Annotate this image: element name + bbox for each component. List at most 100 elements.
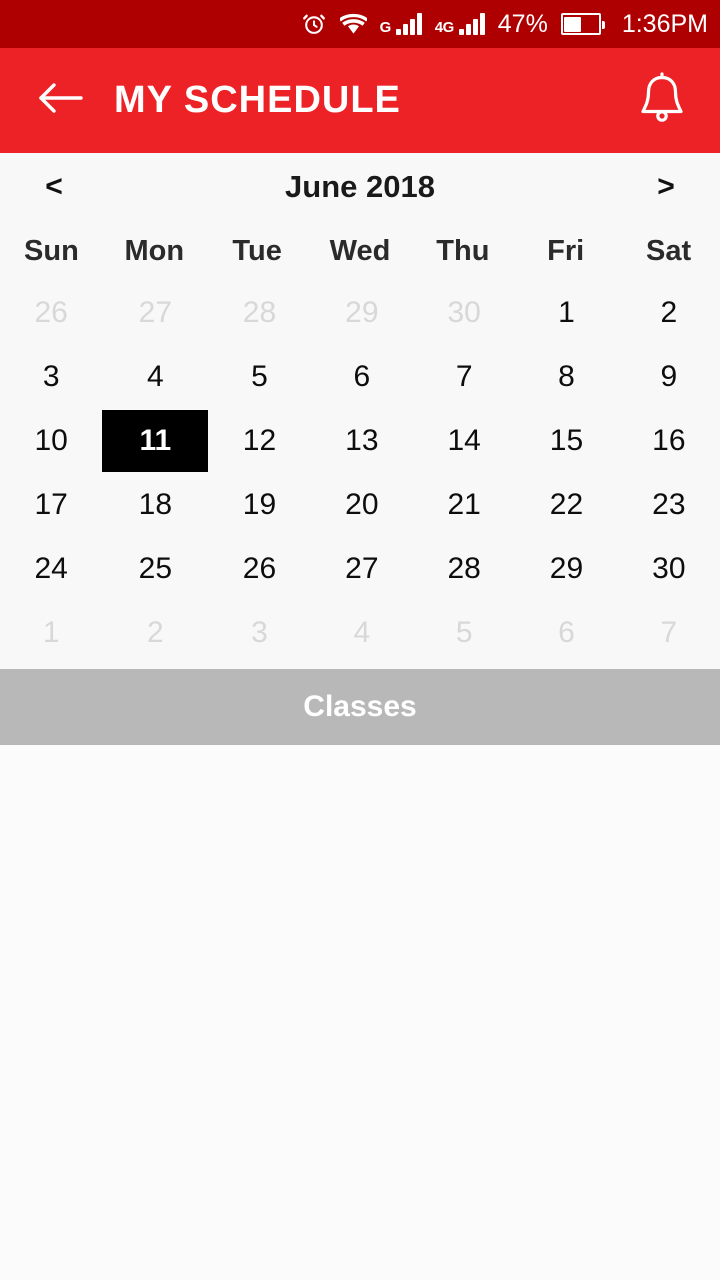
calendar-day[interactable]: 3 <box>0 345 102 409</box>
calendar-day-highlight: 8 <box>558 362 575 392</box>
app-bar: MY SCHEDULE <box>0 48 720 153</box>
calendar-day[interactable]: 6 <box>515 601 617 665</box>
calendar-day-highlight: 10 <box>34 426 67 456</box>
prev-month-button[interactable]: < <box>34 172 74 202</box>
calendar-day[interactable]: 30 <box>413 281 515 345</box>
calendar-day[interactable]: 1 <box>0 601 102 665</box>
calendar-day[interactable]: 27 <box>102 281 208 345</box>
calendar-day[interactable]: 27 <box>311 537 413 601</box>
calendar-day-number: 28 <box>447 552 481 585</box>
calendar-day[interactable]: 22 <box>515 473 617 537</box>
calendar-day[interactable]: 16 <box>618 409 720 473</box>
calendar-day-highlight: 16 <box>652 426 685 456</box>
calendar-day[interactable]: 19 <box>208 473 310 537</box>
calendar-day-number: 25 <box>138 552 173 585</box>
calendar-day-highlight: 22 <box>550 490 583 520</box>
calendar-day[interactable]: 28 <box>413 537 515 601</box>
calendar-day[interactable]: 24 <box>0 537 102 601</box>
calendar-month-label: June 2018 <box>285 169 435 204</box>
calendar-day[interactable]: 5 <box>208 345 310 409</box>
calendar-day-number: 15 <box>549 424 584 457</box>
weekday-label-thu: Thu <box>436 235 490 267</box>
calendar-day-number: 26 <box>242 552 277 585</box>
calendar-day-number: 30 <box>652 552 686 585</box>
calendar-day-highlight: 3 <box>43 362 60 392</box>
network-type-4g-label: 4G <box>434 19 455 36</box>
calendar-day-highlight: 26 <box>34 298 67 328</box>
calendar-day-highlight: 30 <box>652 554 685 584</box>
weekday-label-sat: Sat <box>645 235 692 267</box>
calendar-day[interactable]: 26 <box>0 281 102 345</box>
calendar-day-highlight: 24 <box>34 554 67 584</box>
calendar-day-highlight: 18 <box>139 490 172 520</box>
calendar-day-highlight: 1 <box>558 298 575 328</box>
calendar-day[interactable]: 2 <box>618 281 720 345</box>
calendar-day-highlight: 27 <box>139 298 172 328</box>
app-screen: G 4G 47% 1:36PM MY SCHEDULE < June 2018 … <box>0 0 720 1280</box>
calendar-day[interactable]: 7 <box>413 345 515 409</box>
classes-section-header[interactable]: Classes <box>0 669 720 745</box>
calendar-day[interactable]: 5 <box>413 601 515 665</box>
calendar-day-number: 27 <box>138 296 173 329</box>
calendar-day[interactable]: 26 <box>208 537 310 601</box>
weekday-label-sun: Sun <box>24 235 79 267</box>
calendar-day-number: 30 <box>447 296 481 329</box>
calendar-day-selected[interactable]: 11 <box>102 409 209 473</box>
calendar-day[interactable]: 20 <box>311 473 413 537</box>
calendar-day-number: 6 <box>353 360 371 393</box>
calendar-day-highlight: 5 <box>251 362 268 392</box>
calendar-day[interactable]: 12 <box>208 409 310 473</box>
calendar-day-highlight: 4 <box>353 618 370 648</box>
calendar-day-highlight: 28 <box>447 554 480 584</box>
weekday-label-fri: Fri <box>547 235 585 267</box>
calendar-day-highlight: 5 <box>456 618 473 648</box>
calendar-day-highlight: 11 <box>102 410 209 472</box>
calendar-day-number: 16 <box>652 424 686 457</box>
calendar-day[interactable]: 3 <box>208 601 310 665</box>
calendar-day-number: 9 <box>660 360 678 393</box>
calendar-day[interactable]: 25 <box>102 537 208 601</box>
calendar-day[interactable]: 1 <box>515 281 617 345</box>
calendar-day[interactable]: 15 <box>515 409 617 473</box>
calendar-day-highlight: 29 <box>550 554 583 584</box>
calendar-day[interactable]: 6 <box>311 345 413 409</box>
calendar-day-number: 2 <box>660 296 678 329</box>
classes-list <box>0 745 720 1280</box>
calendar-day-number: 7 <box>660 616 678 649</box>
next-month-button[interactable]: > <box>646 172 686 202</box>
calendar-day-number: 17 <box>34 488 68 521</box>
calendar-day[interactable]: 13 <box>311 409 413 473</box>
status-bar-icons: G 4G 47% 1:36PM <box>301 11 708 37</box>
calendar-day[interactable]: 4 <box>311 601 413 665</box>
calendar-day[interactable]: 30 <box>618 537 720 601</box>
calendar-day[interactable]: 23 <box>618 473 720 537</box>
calendar-day[interactable]: 14 <box>413 409 515 473</box>
weekday-label-wed: Wed <box>329 235 391 267</box>
notifications-button[interactable] <box>632 71 692 131</box>
calendar-day[interactable]: 10 <box>0 409 102 473</box>
calendar-day[interactable]: 8 <box>515 345 617 409</box>
back-button[interactable] <box>32 73 88 129</box>
calendar-day-highlight: 19 <box>243 490 276 520</box>
calendar-day-number: 5 <box>455 616 473 649</box>
calendar-day-number: 2 <box>146 616 164 649</box>
calendar-day[interactable]: 17 <box>0 473 102 537</box>
calendar-day[interactable]: 29 <box>515 537 617 601</box>
calendar-day[interactable]: 4 <box>102 345 208 409</box>
calendar-day-number: 13 <box>345 424 379 457</box>
calendar-day-highlight: 23 <box>652 490 685 520</box>
calendar-day[interactable]: 29 <box>311 281 413 345</box>
calendar-day-highlight: 12 <box>243 426 276 456</box>
calendar-day[interactable]: 21 <box>413 473 515 537</box>
calendar-day[interactable]: 28 <box>208 281 310 345</box>
calendar-day-highlight: 21 <box>447 490 480 520</box>
calendar-day[interactable]: 2 <box>102 601 208 665</box>
calendar-day-highlight: 6 <box>353 362 370 392</box>
signal-4g-icon: 4G <box>435 13 485 35</box>
calendar-day[interactable]: 7 <box>618 601 720 665</box>
weekday-label-mon: Mon <box>124 235 185 267</box>
calendar-day-number: 1 <box>558 296 575 329</box>
calendar-day[interactable]: 18 <box>102 473 208 537</box>
calendar-day[interactable]: 9 <box>618 345 720 409</box>
calendar-day-highlight: 25 <box>139 554 172 584</box>
